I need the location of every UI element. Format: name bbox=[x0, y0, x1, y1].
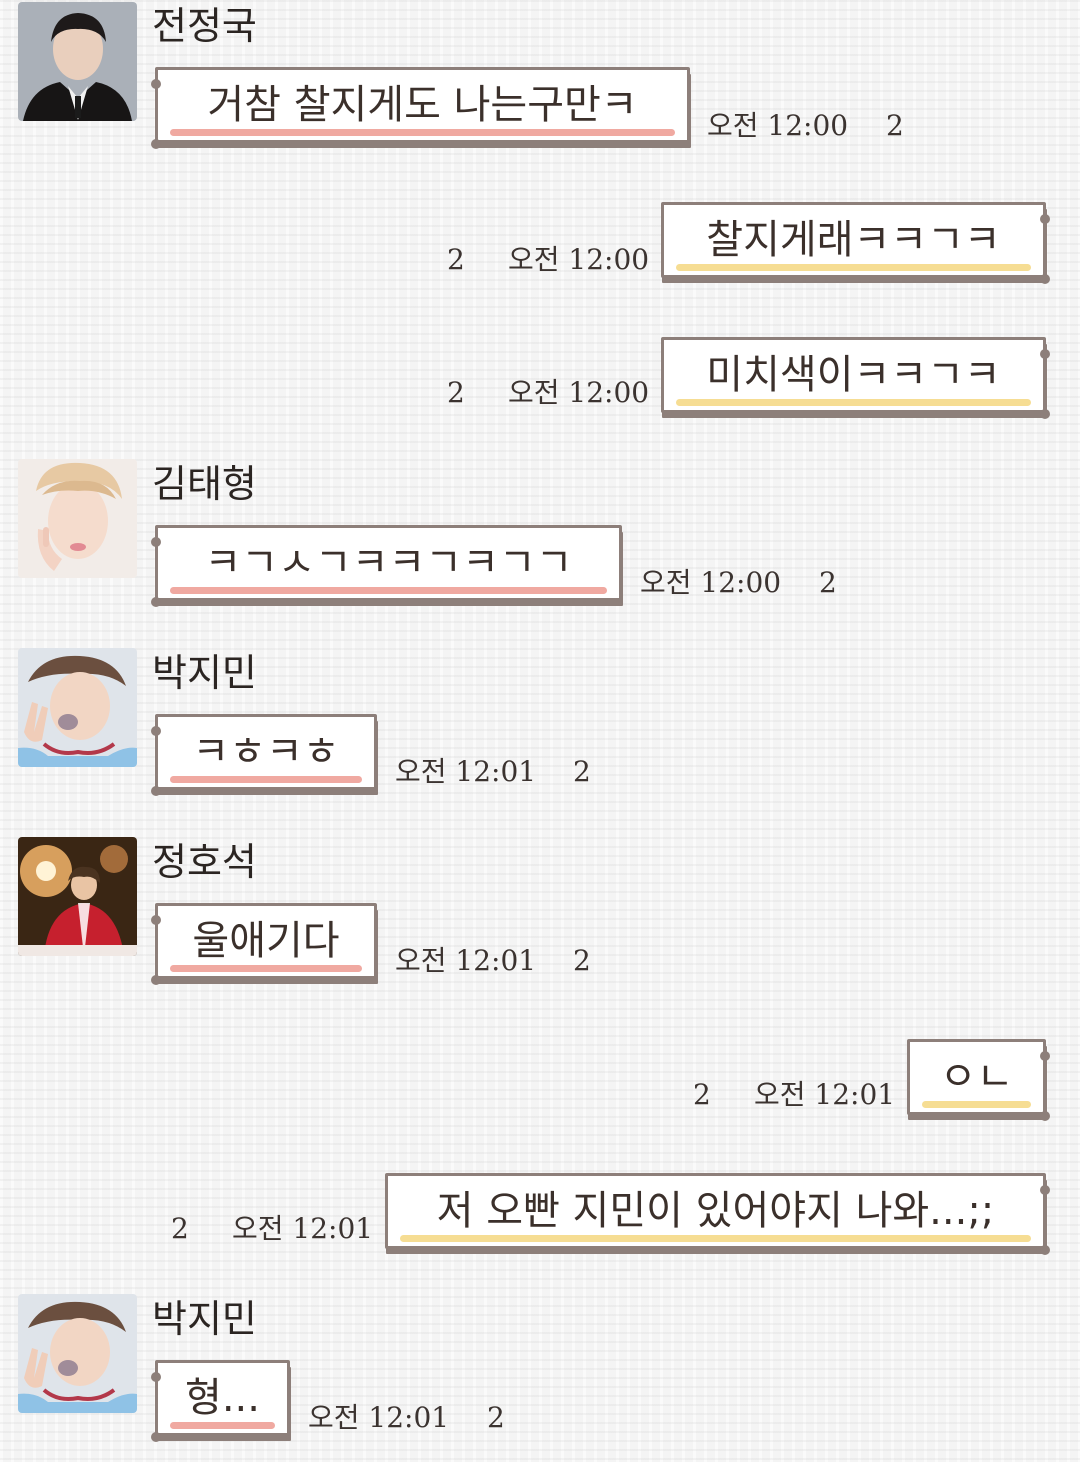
sender-name: 박지민 bbox=[152, 1297, 257, 1341]
message-time: 오전 12:00 bbox=[707, 109, 849, 142]
message-time: 오전 12:01 bbox=[308, 1401, 450, 1434]
jungkook-avatar[interactable] bbox=[18, 2, 137, 121]
message-bubble[interactable]: 찰지게래ㅋㅋㄱㅋ bbox=[661, 202, 1050, 284]
unread-count: 2 bbox=[171, 1212, 189, 1245]
bubble-underline bbox=[170, 129, 675, 136]
sender-name: 전정국 bbox=[152, 4, 257, 48]
unread-count: 2 bbox=[487, 1401, 505, 1434]
sender-name: 박지민 bbox=[152, 651, 257, 695]
jimin-avatar[interactable] bbox=[18, 648, 137, 767]
message-bubble[interactable]: 형... bbox=[151, 1360, 290, 1442]
message-bubble[interactable]: 거참 찰지게도 나는구만ㅋ bbox=[151, 67, 690, 149]
bubble-underline bbox=[400, 1235, 1031, 1242]
unread-count: 2 bbox=[573, 944, 591, 977]
message-text: 찰지게래ㅋㅋㄱㅋ bbox=[706, 217, 1001, 263]
message-bubble[interactable]: ㅋㄱㅅㄱㅋㅋㄱㅋㄱㄱ bbox=[151, 525, 622, 607]
message-text: 미치색이ㅋㅋㄱㅋ bbox=[706, 352, 1001, 398]
message-text: ㅋㄱㅅㄱㅋㅋㄱㅋㄱㄱ bbox=[204, 540, 573, 586]
profile-photo bbox=[18, 837, 137, 956]
message-time: 오전 12:00 bbox=[508, 376, 650, 409]
message-bubble[interactable]: ㅇㄴ bbox=[907, 1039, 1050, 1121]
message-time: 오전 12:00 bbox=[508, 243, 650, 276]
message-time: 오전 12:01 bbox=[754, 1078, 896, 1111]
message-text: ㅇㄴ bbox=[939, 1054, 1014, 1100]
message-text: 형... bbox=[185, 1375, 260, 1421]
unread-count: 2 bbox=[886, 109, 904, 142]
message-time: 오전 12:00 bbox=[640, 566, 782, 599]
hoseok-avatar[interactable] bbox=[18, 837, 137, 956]
message-text: 저 오빤 지민이 있어야지 나와...;; bbox=[436, 1188, 995, 1234]
message-bubble[interactable]: 미치색이ㅋㅋㄱㅋ bbox=[661, 337, 1050, 419]
unread-count: 2 bbox=[573, 755, 591, 788]
jimin-avatar[interactable] bbox=[18, 1294, 137, 1413]
bubble-underline bbox=[170, 1422, 275, 1429]
profile-photo bbox=[18, 459, 137, 578]
unread-count: 2 bbox=[447, 243, 465, 276]
bubble-underline bbox=[676, 399, 1031, 406]
bubble-underline bbox=[170, 776, 362, 783]
profile-photo bbox=[18, 2, 137, 121]
chat-view: 전정국 거참 찰지게도 나는구만ㅋ 오전 12:00 2 찰지게래ㅋㅋㄱㅋ 2 … bbox=[0, 0, 1080, 1462]
message-time: 오전 12:01 bbox=[395, 944, 537, 977]
bubble-underline bbox=[676, 264, 1031, 271]
bubble-underline bbox=[170, 587, 607, 594]
message-bubble[interactable]: 울애기다 bbox=[151, 903, 377, 985]
message-bubble[interactable]: ㅋㅎㅋㅎ bbox=[151, 714, 377, 796]
message-bubble[interactable]: 저 오빤 지민이 있어야지 나와...;; bbox=[385, 1173, 1050, 1255]
message-text: 거참 찰지게도 나는구만ㅋ bbox=[207, 82, 638, 128]
unread-count: 2 bbox=[693, 1078, 711, 1111]
message-text: 울애기다 bbox=[192, 918, 340, 964]
message-text: ㅋㅎㅋㅎ bbox=[192, 729, 340, 775]
profile-photo bbox=[18, 648, 137, 767]
message-time: 오전 12:01 bbox=[395, 755, 537, 788]
profile-photo bbox=[18, 1294, 137, 1413]
unread-count: 2 bbox=[447, 376, 465, 409]
taehyung-avatar[interactable] bbox=[18, 459, 137, 578]
sender-name: 정호석 bbox=[152, 840, 257, 884]
bubble-underline bbox=[170, 965, 362, 972]
bubble-underline bbox=[922, 1101, 1031, 1108]
sender-name: 김태형 bbox=[152, 462, 257, 506]
message-time: 오전 12:01 bbox=[232, 1212, 374, 1245]
unread-count: 2 bbox=[819, 566, 837, 599]
